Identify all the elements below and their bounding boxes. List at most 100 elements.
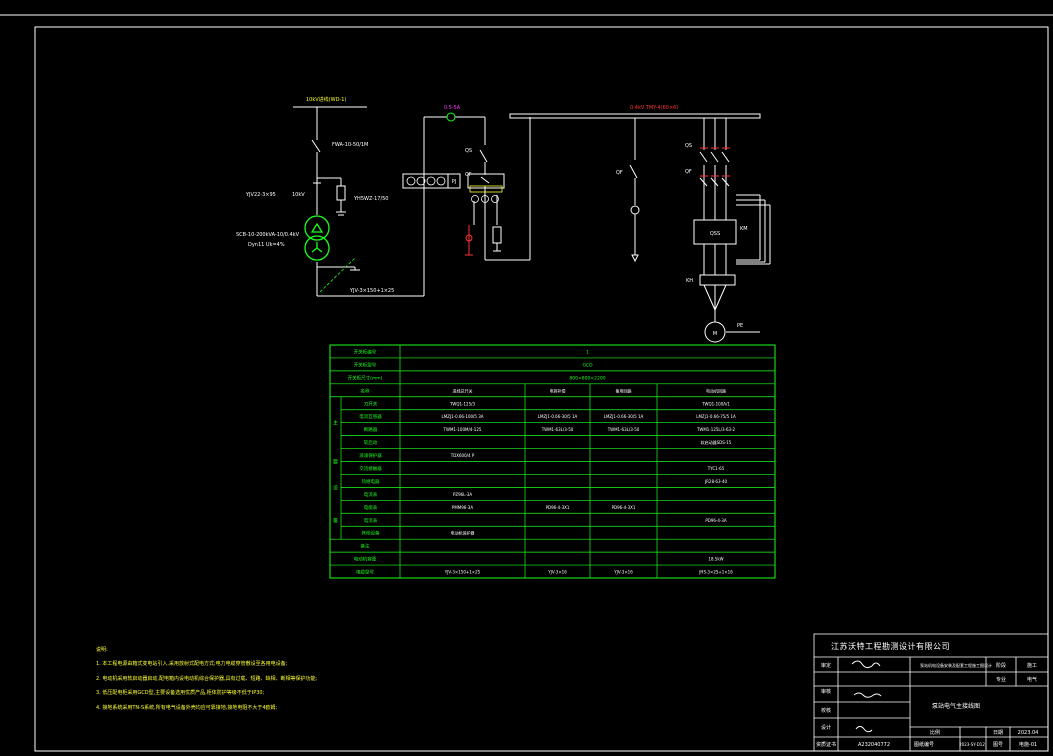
date-label: 日期 [993, 730, 1003, 736]
table-cell: PMM96-3A [452, 505, 473, 510]
table-cell: LMZJ1-0.66-100/5 3A [441, 414, 483, 419]
table-row-label: 软启动 [364, 439, 378, 446]
sheet-value: 电施-01 [1019, 741, 1037, 748]
table-group-label: 主 [333, 420, 338, 427]
qs-label-right: QS [685, 143, 692, 149]
cert-no: A232040772 [858, 742, 890, 748]
table-cell: TDX600/4 P [450, 453, 475, 458]
table-row-label: 交流接触器 [359, 465, 382, 472]
table-row-label: 热继电器 [362, 478, 380, 485]
table-cell: TWQ1-100A/1 [701, 401, 730, 406]
table-cell: TWQ1-125/3 [449, 401, 476, 406]
table-cell: 电动机回路 [706, 387, 726, 393]
scale-label: 比例 [930, 729, 940, 736]
company-name: 江苏沃特工程勘测设计有限公司 [831, 641, 950, 651]
table-row-label: 电动机容量 [354, 556, 377, 563]
table-cell: 18.5kW [708, 557, 723, 562]
table-row-label: 浪涌保护器 [359, 452, 382, 459]
table-cell: PD96-4-3X1 [546, 505, 570, 510]
project-name: 泵站机电设备安装及配套工程施工图设计 [920, 662, 992, 668]
table-cell: YJV-3×150+1×25 [444, 570, 481, 575]
table-cell: JR28-63-40 [704, 479, 728, 484]
table-cell: LMZJ1-0.66-30/5 1A [538, 414, 578, 419]
table-cell: PD96-4-3X1 [612, 505, 636, 510]
motor-symbol: M [713, 331, 717, 337]
table-cell: LMZJ1-0.66-30/5 1A [604, 414, 644, 419]
table-cell: GCD [582, 362, 593, 368]
hv-bus-label: 10kV进线(WD-1) [306, 96, 346, 103]
table-row-label: 刀开关 [364, 400, 378, 407]
table-row-label: 开关柜型号 [354, 361, 377, 368]
qss-label: QSS [710, 231, 720, 237]
km-label: KM [740, 226, 748, 232]
hv-label: 10kV [292, 192, 305, 198]
table-cell: TWM1-63L/3-50 [607, 427, 640, 432]
cable-label-left: YJV22-3×95 [245, 192, 276, 198]
table-group-label: 备 [333, 517, 338, 524]
notes-title: 说明: [96, 646, 108, 653]
note-line-1: 1. 本工程电源由箱式变电站引入,采用放射式配电方式;电力电缆穿管敷设至各用电设… [96, 660, 288, 667]
drawing-title: 泵站电气主接线图 [932, 702, 980, 710]
table-cell: TYC1-65 [707, 466, 725, 471]
table-cell: LMZJ1-0.66-75/5 1A [696, 414, 736, 419]
date-value: 2023.04 [1018, 730, 1039, 736]
table-row-label: 电流表 [364, 517, 378, 524]
table-cell: 备用回路 [616, 387, 632, 393]
fuse-label: FWA-10-50/1M [332, 142, 368, 148]
kh-label: KH [686, 278, 693, 284]
qf-label-right: QF [685, 169, 692, 175]
table-cell: TWM1-125L/3-63-2 [696, 427, 736, 432]
pj-label: PJ [452, 179, 457, 185]
table-row-label: 电流表 [364, 491, 378, 498]
cert-label: 资质证书 [816, 741, 836, 748]
table-group-label: 要 [333, 460, 338, 466]
table-row-label: 电流互感器 [359, 413, 382, 420]
drawing-no: 2023-SY-D12 [959, 742, 985, 747]
qs-label-mid: QS [465, 148, 472, 154]
table-row-label: 电缆型号 [356, 569, 374, 576]
note-line-2: 2. 电动机采用软启动器启动,配电箱内设电动机综合保护器,具有过载、短路、缺相、… [96, 675, 318, 682]
transformer-conn: Dyn11 Uk=4% [248, 242, 285, 248]
table-row-label: 电能表 [364, 504, 378, 511]
table-cell: JHS-3×25+1×16 [698, 570, 733, 575]
table-cell: 1 [586, 349, 589, 355]
table-row-label: 开关柜编号 [354, 348, 377, 355]
pe-label: PE [737, 323, 743, 329]
table-cell: 电容补偿 [550, 387, 566, 393]
table-cell: YJV-3×16 [547, 570, 567, 575]
stage-value: 施工 [1027, 662, 1037, 669]
role-approve: 审定 [821, 662, 831, 669]
table-cell: PZ96L-3A [453, 492, 472, 497]
discipline-value: 电气 [1027, 676, 1037, 683]
cad-drawing: 10kV进线(WD-1) FWA-10-50/1M YJV22-3×95 10k… [0, 0, 1053, 756]
table-row-label: 名称 [361, 387, 370, 394]
drawing-no-label: 图纸编号 [914, 741, 934, 748]
table-cell: 进线总开关 [453, 387, 473, 393]
qf-label-branch: QF [616, 170, 623, 176]
table-group-label: 设 [333, 484, 338, 491]
qf-label-mid: QF [465, 172, 472, 178]
table-row-label: 开关柜尺寸(mm) [348, 374, 383, 381]
table-cell: YJV-3×16 [613, 570, 633, 575]
table-row-label: 备注 [361, 543, 370, 550]
surge-label: YH5WZ-17/50 [353, 196, 389, 202]
note-line-4: 4. 接地系统采用TN-S系统,所有电气设备外壳均应可靠接地,接地电阻不大于4欧… [96, 704, 277, 711]
note-line-3: 3. 低压配电柜采用GCD型,主要设备选用优质产品,柜体防护等级不低于IP30; [96, 689, 265, 696]
role-design: 设计 [821, 724, 831, 731]
stage-label: 阶段 [996, 662, 1006, 669]
busbar-label: 0.4kV TMY-4(60×6) [630, 105, 678, 111]
sheet-label: 图号 [993, 742, 1003, 748]
role-review: 校核 [821, 707, 831, 714]
table-cell: TWM1-100M/4-125 [443, 427, 482, 432]
table-row-label: 断路器 [364, 426, 378, 433]
cable-bottom-label: YJV-3×150+1×25 [349, 288, 394, 294]
table-cell: PD96-4-3A [705, 518, 727, 523]
table-cell: TWM1-63L/3-50 [541, 427, 574, 432]
table-cell: 电动机保护器 [451, 530, 475, 536]
table-cell: 软启动器SDS-15 [701, 439, 732, 445]
discipline-label: 专业 [996, 676, 1006, 683]
transformer-label: SCB-10-200kVA-10/0.4kV [236, 232, 300, 238]
role-check: 审核 [821, 688, 831, 695]
table-row-label: 其他设备 [362, 530, 380, 537]
pt-label: 0.5-5A [444, 105, 461, 111]
